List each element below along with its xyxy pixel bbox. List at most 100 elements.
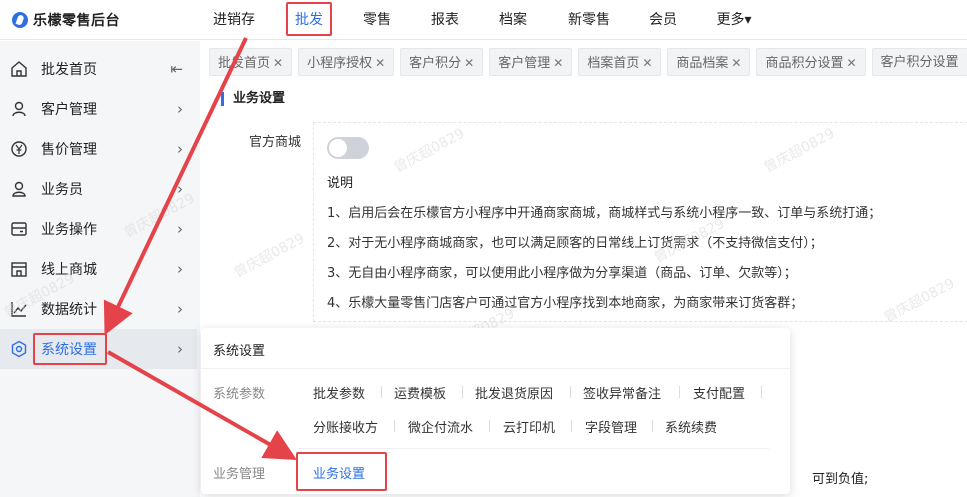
close-icon[interactable]: ✕ <box>642 56 652 70</box>
official-mall-label: 官方商城 <box>249 135 302 150</box>
group-label-business-management: 业务管理 <box>213 467 266 482</box>
separator <box>381 386 382 398</box>
menu-item-wholesale-params[interactable]: 批发参数 <box>313 383 365 402</box>
chevron-right-icon: › <box>177 220 183 238</box>
chevron-right-icon: › <box>177 260 183 278</box>
menu-item-system-renewal[interactable]: 系统续费 <box>665 417 717 436</box>
menu-item-shipping-template[interactable]: 运费模板 <box>394 383 446 402</box>
menu-item-split-receiver[interactable]: 分账接收方 <box>313 417 378 436</box>
chart-icon <box>11 302 27 317</box>
description-title: 说明 <box>327 176 354 191</box>
tab-customer-management[interactable]: 客户管理 ✕ <box>489 48 573 76</box>
close-icon[interactable]: ✕ <box>273 56 283 70</box>
sidebar-item-label: 业务员 <box>41 182 83 198</box>
tab-label: 商品档案 <box>676 56 729 71</box>
tab-label: 商品积分设置 <box>765 56 844 71</box>
menu-item-payment-config[interactable]: 支付配置 <box>693 383 745 402</box>
separator <box>570 386 571 398</box>
nav-item-reports[interactable]: 报表 <box>422 0 468 40</box>
separator <box>489 420 490 432</box>
description-line: 4、乐檬大量零售门店客户可通过官方小程序找到本地商家，为商家带来订货客群； <box>327 296 804 311</box>
tab-label: 档案首页 <box>587 56 640 71</box>
tab-customer-points-settings[interactable]: 客户积分设置 <box>871 48 967 76</box>
tab-label: 小程序授权 <box>307 56 373 71</box>
tab-label: 客户积分设置 <box>880 55 959 70</box>
menu-item-return-reasons[interactable]: 批发退货原因 <box>475 383 553 402</box>
official-mall-toggle[interactable] <box>327 137 369 159</box>
sidebar-item-label: 业务操作 <box>41 222 97 238</box>
sidebar-item-price-management[interactable]: 售价管理 › <box>0 129 197 169</box>
annotation-highlight-business-settings <box>296 452 387 491</box>
brand-name: 乐檬零售后台 <box>33 13 120 29</box>
close-icon[interactable]: ✕ <box>375 56 385 70</box>
separator <box>761 386 762 398</box>
sidebar-item-business-operations[interactable]: 业务操作 › <box>0 209 197 249</box>
sidebar-item-wholesale-home[interactable]: 批发首页 ⇤ <box>0 49 197 89</box>
chevron-right-icon: › <box>177 100 183 118</box>
close-icon[interactable]: ✕ <box>846 56 856 70</box>
menu-item-field-management[interactable]: 字段管理 <box>585 417 637 436</box>
tab-customer-points[interactable]: 客户积分 ✕ <box>400 48 484 76</box>
brand-logo[interactable]: 乐檬零售后台 <box>12 9 120 31</box>
menu-item-wechat-pay-flow[interactable]: 微企付流水 <box>408 417 473 436</box>
chevron-right-icon: › <box>177 300 183 318</box>
sidebar-item-label: 数据统计 <box>41 302 97 318</box>
tab-archive-home[interactable]: 档案首页 ✕ <box>578 48 662 76</box>
nav-item-archives[interactable]: 档案 <box>490 0 536 40</box>
tab-label: 客户积分 <box>409 56 462 71</box>
nav-item-inventory[interactable]: 进销存 <box>206 0 262 40</box>
partial-setting-text: 可到负值; <box>812 472 869 487</box>
separator <box>462 386 463 398</box>
nav-item-new-retail[interactable]: 新零售 <box>560 0 618 40</box>
tab-product-points-settings[interactable]: 商品积分设置 ✕ <box>756 48 866 76</box>
home-icon <box>11 61 27 77</box>
nav-item-members[interactable]: 会员 <box>640 0 686 40</box>
close-icon[interactable]: ✕ <box>464 56 474 70</box>
sidebar-item-salesperson[interactable]: 业务员 › <box>0 169 197 209</box>
toggle-knob <box>329 139 347 157</box>
menu-item-receipt-exception-notes[interactable]: 签收异常备注 <box>583 383 661 402</box>
chevron-right-icon: › <box>177 140 183 158</box>
description-line: 3、无自由小程序商家，可以使用此小程序做为分享渠道（商品、订单、欠款等）； <box>327 266 797 281</box>
close-icon[interactable]: ✕ <box>553 56 563 70</box>
sidebar-item-label: 售价管理 <box>41 142 97 158</box>
annotation-highlight-system-settings <box>33 333 107 365</box>
collapse-sidebar-icon[interactable]: ⇤ <box>170 60 183 78</box>
sidebar-item-data-statistics[interactable]: 数据统计 › <box>0 289 197 329</box>
sidebar-item-label: 客户管理 <box>41 102 97 118</box>
sidebar-item-online-store[interactable]: 线上商城 › <box>0 249 197 289</box>
tab-label: 批发首页 <box>218 56 271 71</box>
divider <box>299 448 769 449</box>
user-icon <box>12 101 26 117</box>
page-tabs: 批发首页 ✕ 小程序授权 ✕ 客户积分 ✕ 客户管理 ✕ 档案首页 ✕ 商品档案 ✕ 商品积… <box>209 48 967 76</box>
sidebar-item-label: 批发首页 <box>41 62 97 78</box>
price-icon <box>11 141 27 157</box>
tab-label: 客户管理 <box>498 56 551 71</box>
nav-item-more[interactable]: 更多▾ <box>708 0 760 40</box>
sidebar: 批发首页 ⇤ 客户管理 › 售价管理 › 业务员 › 业务操作 › 线上商城 ›… <box>0 41 200 497</box>
chevron-right-icon: › <box>177 340 183 358</box>
tab-wholesale-home[interactable]: 批发首页 ✕ <box>209 48 293 76</box>
separator <box>394 420 395 432</box>
close-icon[interactable]: ✕ <box>731 56 741 70</box>
divider <box>201 368 790 369</box>
store-icon <box>11 262 27 277</box>
card-icon <box>11 222 27 236</box>
separator <box>679 386 680 398</box>
description-line: 1、启用后会在乐檬官方小程序中开通商家商城，商城样式与系统小程序一致、订单与系统… <box>327 206 882 221</box>
nav-item-retail[interactable]: 零售 <box>354 0 400 40</box>
sidebar-item-customer-management[interactable]: 客户管理 › <box>0 89 197 129</box>
annotation-highlight-wholesale <box>286 2 332 36</box>
description-line: 2、对于无小程序商城商家，也可以满足顾客的日常线上订货需求（不支持微信支付）； <box>327 236 823 251</box>
tab-product-archive[interactable]: 商品档案 ✕ <box>667 48 751 76</box>
logo-icon <box>12 12 28 28</box>
system-settings-menu: 系统设置 系统参数 批发参数 运费模板 批发退货原因 签收异常备注 支付配置 分… <box>201 328 790 494</box>
tab-mini-program-auth[interactable]: 小程序授权 ✕ <box>298 48 395 76</box>
separator <box>571 420 572 432</box>
person-icon <box>12 181 26 197</box>
menu-title: 系统设置 <box>213 344 266 359</box>
menu-item-cloud-printer[interactable]: 云打印机 <box>503 417 555 436</box>
group-label-system-params: 系统参数 <box>213 387 266 402</box>
sidebar-item-label: 线上商城 <box>41 262 97 278</box>
section-title: 业务设置 <box>221 92 285 106</box>
